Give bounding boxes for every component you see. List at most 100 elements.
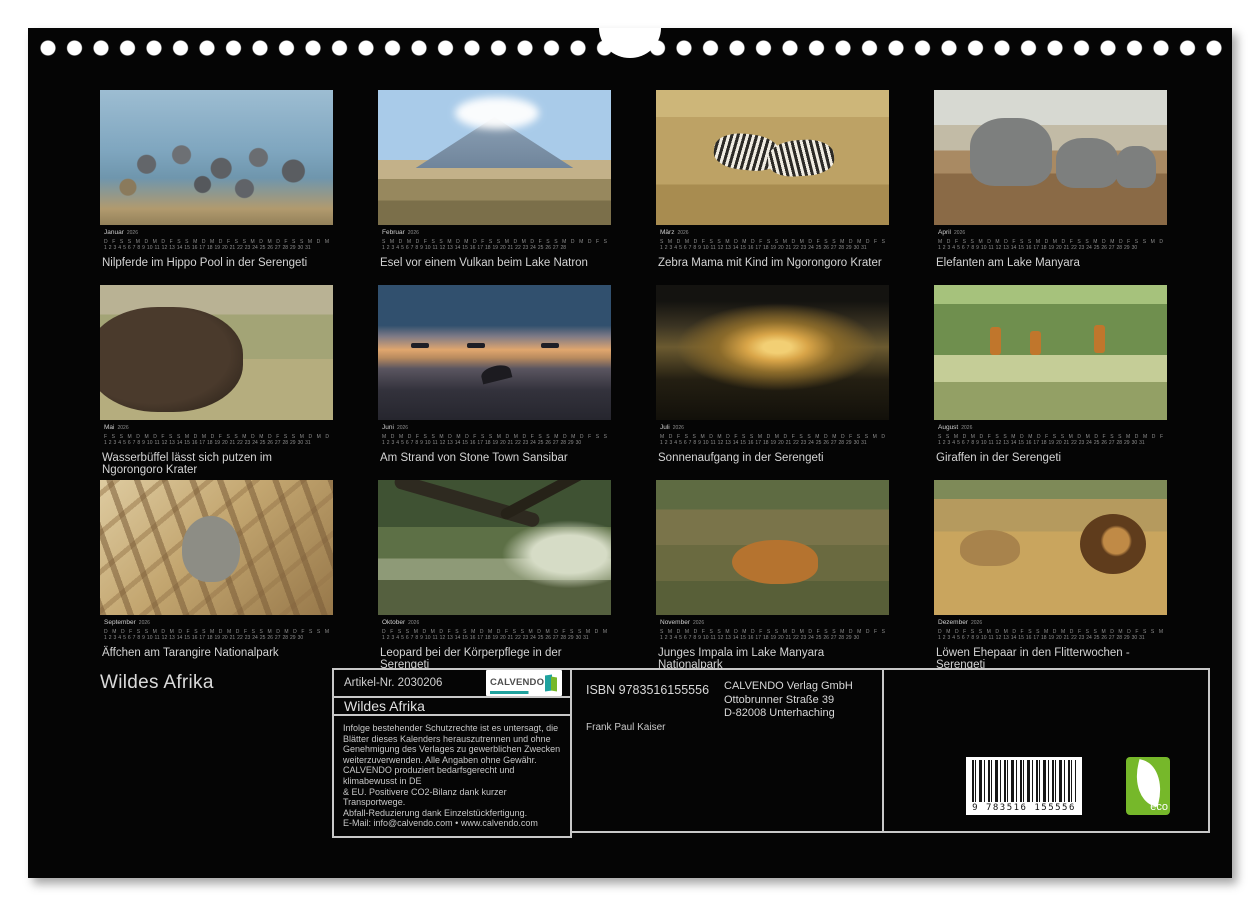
photo-caption: Wasserbüffel lässt sich putzen im Ngoron… xyxy=(100,452,333,476)
mini-calendar-february: Februar2026 S M D M D F S S M D M D F S … xyxy=(378,229,611,251)
photo-caption: Nilpferde im Hippo Pool in der Serengeti xyxy=(100,257,333,269)
mini-calendar-december: Dezember2026 D M D F S S M D M D F S S M… xyxy=(934,619,1167,641)
legal-line: Genehmigung des Verlages zu gewerblichen… xyxy=(343,744,561,755)
calendar-title: Wildes Afrika xyxy=(100,672,214,694)
giraffe-shape xyxy=(990,327,1001,355)
mini-calendar-day-row: 1 2 3 4 5 6 7 8 9 10 11 12 13 14 15 16 1… xyxy=(382,635,611,641)
info-left-column: Artikel-Nr. 2030206 CALVENDO Wildes Afri… xyxy=(332,668,572,833)
branch-shape xyxy=(498,480,600,522)
boat-shape xyxy=(411,343,429,348)
month-cell-december: Dezember2026 D M D F S S M D M D F S S M… xyxy=(934,480,1167,660)
publisher-line: Ottobrunner Straße 39 xyxy=(724,694,853,708)
mini-calendar-month: August xyxy=(938,424,958,431)
mini-calendar-month: September xyxy=(104,619,136,626)
mini-calendar-month: Februar xyxy=(382,229,405,236)
mini-calendar-august: August2026 S S M D M D F S S M D M D F S… xyxy=(934,424,1167,446)
leaf-icon xyxy=(1129,759,1167,807)
publisher-line: CALVENDO Verlag GmbH xyxy=(724,680,853,694)
mini-calendar-month: April xyxy=(938,229,951,236)
author-name: Frank Paul Kaiser xyxy=(586,722,665,733)
calvendo-tagline-bar xyxy=(490,691,545,694)
mini-calendar-year: 2026 xyxy=(117,425,128,431)
legal-line: weiterzuverwenden. Alle Angaben ohne Gew… xyxy=(343,755,561,766)
isbn-publisher-box: ISBN 9783516155556 Frank Paul Kaiser CAL… xyxy=(570,668,884,833)
month-cell-september: September2026 D M D F S S M D M D F S S … xyxy=(100,480,333,660)
photo-caption: Am Strand von Stone Town Sansibar xyxy=(378,452,611,464)
mini-calendar-year: 2026 xyxy=(961,425,972,431)
calvendo-logo-text: CALVENDO xyxy=(490,672,545,694)
legal-line: E-Mail: info@calvendo.com • www.calvendo… xyxy=(343,818,561,829)
elephant-shape xyxy=(1116,146,1156,188)
mini-calendar-september: September2026 D M D F S S M D M D F S S … xyxy=(100,619,333,641)
mini-calendar-october: Oktober2026 D F S S M D M D F S S M D M … xyxy=(378,619,611,641)
elephant-shape xyxy=(1056,138,1118,188)
mini-calendar-month: Dezember xyxy=(938,619,968,626)
month-thumbnail-grid: Januar2026 D F S S M D M D F S S M D M D… xyxy=(100,90,1167,660)
photo-buffalo xyxy=(100,285,333,420)
month-cell-june: Juni2026 M D M D F S S M D M D F S S M D… xyxy=(378,285,611,465)
barcode-digits: 9 783516 155556 xyxy=(972,803,1076,813)
month-cell-may: Mai2026 F S S M D M D F S S M D M D F S … xyxy=(100,285,333,465)
mini-calendar-day-row: 1 2 3 4 5 6 7 8 9 10 11 12 13 14 15 16 1… xyxy=(660,245,889,251)
lioness-shape xyxy=(960,530,1020,566)
mini-calendar-month: Juni xyxy=(382,424,394,431)
month-cell-april: April2026 M D F S S M D M D F S S M D M … xyxy=(934,90,1167,270)
photo-caption: Elefanten am Lake Manyara xyxy=(934,257,1167,269)
boat-shape xyxy=(541,343,559,348)
mini-calendar-july: Juli2026 M D F S S M D M D F S S M D M D… xyxy=(656,424,889,446)
photo-giraffes xyxy=(934,285,1167,420)
ean-barcode: 9 783516 155556 xyxy=(966,757,1082,815)
legal-line: Blätter dieses Kalenders herauszutrennen… xyxy=(343,734,561,745)
barcode-bars-icon xyxy=(972,760,1076,802)
publisher-line: D-82008 Unterhaching xyxy=(724,707,853,721)
article-number: Artikel-Nr. 2030206 xyxy=(344,677,442,689)
legal-text-box: Infolge bestehender Schutzrechte ist es … xyxy=(332,714,572,838)
mini-calendar-year: 2026 xyxy=(127,230,138,236)
mini-calendar-year: 2026 xyxy=(693,620,704,626)
photo-elephants xyxy=(934,90,1167,225)
isbn-number: ISBN 9783516155556 xyxy=(586,683,709,697)
legal-line: CALVENDO produziert bedarfsgerecht und k… xyxy=(343,765,561,786)
mini-calendar-may: Mai2026 F S S M D M D F S S M D M D F S … xyxy=(100,424,333,446)
mini-calendar-year: 2026 xyxy=(677,230,688,236)
month-cell-july: Juli2026 M D F S S M D M D F S S M D M D… xyxy=(656,285,889,465)
mini-calendar-year: 2026 xyxy=(397,425,408,431)
mini-calendar-day-row: 1 2 3 4 5 6 7 8 9 10 11 12 13 14 15 16 1… xyxy=(104,635,333,641)
mini-calendar-month: Juli xyxy=(660,424,670,431)
mini-calendar-june: Juni2026 M D M D F S S M D M D F S S M D… xyxy=(378,424,611,446)
calvendo-book-icon xyxy=(545,674,558,692)
mini-calendar-month: Oktober xyxy=(382,619,405,626)
photo-caption: Esel vor einem Vulkan beim Lake Natron xyxy=(378,257,611,269)
zebra-shape xyxy=(767,138,835,179)
mini-calendar-year: 2026 xyxy=(139,620,150,626)
mini-calendar-march: März2026 S M D M D F S S M D M D F S S M… xyxy=(656,229,889,251)
photo-impala xyxy=(656,480,889,615)
photo-zebras xyxy=(656,90,889,225)
photo-monkey xyxy=(100,480,333,615)
mini-calendar-day-row: 1 2 3 4 5 6 7 8 9 10 11 12 13 14 15 16 1… xyxy=(104,245,333,251)
monkey-shape xyxy=(182,516,240,582)
elephant-shape xyxy=(970,118,1052,186)
article-number-box: Artikel-Nr. 2030206 CALVENDO xyxy=(332,668,572,698)
publisher-info-panel: Artikel-Nr. 2030206 CALVENDO Wildes Afri… xyxy=(332,668,1210,833)
mini-calendar-day-row: 1 2 3 4 5 6 7 8 9 10 11 12 13 14 15 16 1… xyxy=(938,245,1167,251)
giraffe-shape xyxy=(1094,325,1105,353)
mini-calendar-day-row: 1 2 3 4 5 6 7 8 9 10 11 12 13 14 15 16 1… xyxy=(382,440,611,446)
calvendo-wordmark: CALVENDO xyxy=(490,677,544,688)
mini-calendar-year: 2026 xyxy=(408,620,419,626)
photo-caption: Äffchen am Tarangire Nationalpark xyxy=(100,647,333,659)
footer-title-box: Wildes Afrika xyxy=(332,696,572,716)
impala-shape xyxy=(732,540,818,584)
mini-calendar-april: April2026 M D F S S M D M D F S S M D M … xyxy=(934,229,1167,251)
legal-line: Abfall-Reduzierung dank Einzelstückferti… xyxy=(343,808,561,819)
boat-shape xyxy=(467,343,485,348)
lion-shape xyxy=(1080,514,1146,574)
eco-label: eco xyxy=(1126,801,1168,813)
footer-title: Wildes Afrika xyxy=(344,698,425,714)
barcode-box: 9 783516 155556 eco xyxy=(882,668,1210,833)
mini-calendar-day-row: 1 2 3 4 5 6 7 8 9 10 11 12 13 14 15 16 1… xyxy=(660,635,889,641)
mini-calendar-january: Januar2026 D F S S M D M D F S S M D M D… xyxy=(100,229,333,251)
month-cell-november: November2026 S M D M D F S S M D M D F S… xyxy=(656,480,889,660)
mini-calendar-year: 2026 xyxy=(954,230,965,236)
photo-beach-sunset xyxy=(378,285,611,420)
